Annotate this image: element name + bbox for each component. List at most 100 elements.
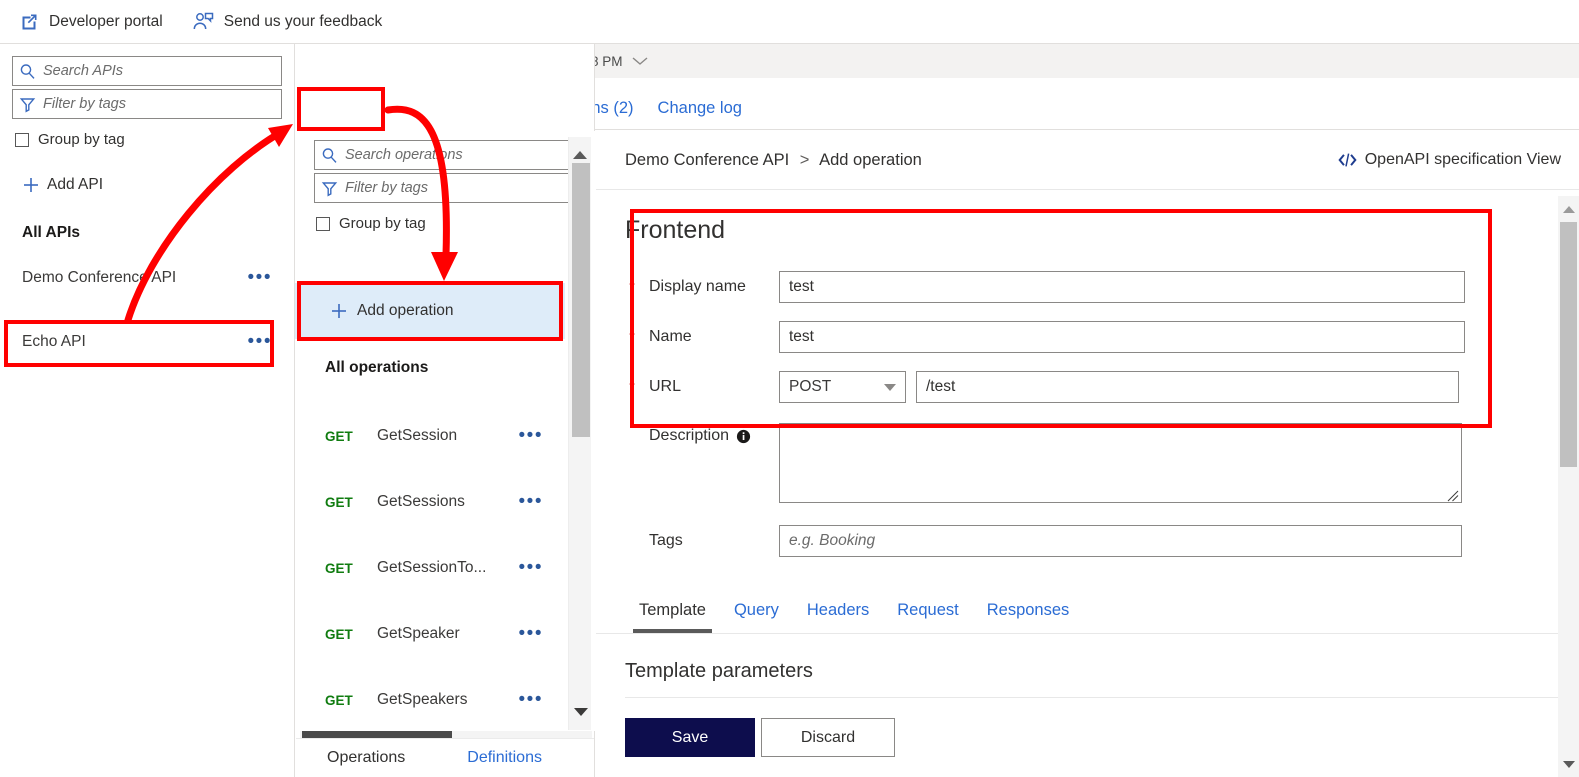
operations-list: GET GetSession ••• GET GetSessions ••• G… [295,403,565,733]
operation-sub-tabs: Template Query Headers Request Responses [596,601,1579,634]
scroll-up-button[interactable] [1558,196,1579,222]
name-row: * Name test [596,321,1579,353]
tab-change-log[interactable]: Change log [646,99,754,129]
display-name-row: * Display name test [596,271,1579,303]
operations-horizontal-scrollbar[interactable] [300,731,592,738]
plus-icon [22,176,40,194]
add-api-button[interactable]: Add API [22,176,294,194]
url-path-input[interactable]: /test [916,371,1459,403]
checkbox-box-icon [15,132,29,147]
sub-tab-responses[interactable]: Responses [973,601,1084,633]
filter-apis-placeholder: Filter by tags [43,96,126,112]
scroll-up-button[interactable] [569,137,591,159]
tags-input[interactable]: e.g. Booking [779,525,1462,557]
list-item[interactable]: GET GetSessions ••• [295,469,565,535]
triangle-up-icon [1562,205,1575,213]
search-operations-input[interactable]: Search operations [314,140,581,170]
description-label: Description [649,427,730,444]
scrollbar-thumb[interactable] [302,731,452,738]
send-feedback-label: Send us your feedback [223,12,383,30]
operation-name: GetSessionTo... [377,559,487,576]
triangle-down-icon [573,708,588,730]
list-item[interactable]: GET GetSessionTo... ••• [295,535,565,601]
frontend-section-title: Frontend [625,216,726,244]
operation-context-menu-button[interactable]: ••• [519,690,543,709]
scroll-down-button[interactable] [569,708,592,730]
send-feedback-button[interactable]: Send us your feedback [193,12,383,31]
description-textarea[interactable] [779,423,1462,503]
group-by-tag-operations-checkbox[interactable]: Group by tag [316,215,595,232]
api-list-item-demo-conference[interactable]: Demo Conference API ••• [0,256,294,300]
info-icon[interactable] [736,429,751,444]
sub-tab-headers[interactable]: Headers [793,601,883,633]
feedback-person-icon [193,12,214,31]
url-row: * URL POST /test [596,371,1579,403]
add-operation-button[interactable]: Add operation [295,283,565,339]
operation-name: GetSession [377,427,458,444]
api-context-menu-button[interactable]: ••• [248,332,272,351]
api-context-menu-button[interactable]: ••• [248,268,272,287]
display-name-label: Display name [649,278,746,295]
required-marker: * [629,278,635,296]
scrollbar-thumb[interactable] [1560,222,1577,467]
tab-definitions[interactable]: Definitions [467,749,542,767]
sub-tab-query[interactable]: Query [720,601,793,633]
name-input[interactable]: test [779,321,1465,353]
description-row: * Description [596,423,1579,503]
list-item[interactable]: GET GetSpeakers ••• [295,667,565,733]
chevron-down-icon[interactable] [631,56,649,66]
operation-context-menu-button[interactable]: ••• [519,492,543,511]
tab-operations[interactable]: Operations [327,749,405,767]
search-operations-placeholder: Search operations [345,147,463,163]
save-button[interactable]: Save [625,718,755,757]
chevron-down-icon [884,383,896,391]
scrollbar-thumb[interactable] [572,163,590,437]
main-vertical-scrollbar[interactable] [1558,196,1579,777]
display-name-input[interactable]: test [779,271,1465,303]
breadcrumb-api[interactable]: Demo Conference API [625,151,789,169]
checkbox-box-icon [316,216,330,231]
resize-grip-icon[interactable] [1447,489,1459,502]
openapi-view-label: OpenAPI specification View [1364,151,1561,168]
all-apis-heading: All APIs [22,224,80,241]
sub-tab-template[interactable]: Template [625,601,720,633]
discard-button[interactable]: Discard [761,718,895,757]
breadcrumb: Demo Conference API > Add operation [625,151,922,170]
openapi-specification-view-button[interactable]: OpenAPI specification View [1337,151,1561,169]
http-method-select[interactable]: POST [779,371,906,403]
operation-name: GetSessions [377,493,465,510]
api-name: Demo Conference API [22,269,177,286]
filter-apis-tags-input[interactable]: Filter by tags [12,89,282,119]
filter-funnel-icon [19,96,36,113]
triangle-up-icon [573,137,587,159]
filter-operations-tags-input[interactable]: Filter by tags [314,173,581,203]
add-api-label: Add API [47,176,104,193]
search-icon [19,63,36,80]
scroll-down-button[interactable] [1558,751,1579,777]
search-apis-input[interactable]: Search APIs [12,56,282,86]
operations-vertical-scrollbar[interactable] [568,137,591,730]
operation-context-menu-button[interactable]: ••• [519,558,543,577]
search-icon [321,147,338,164]
group-by-tag-apis-checkbox[interactable]: Group by tag [15,131,294,148]
operation-verb: GET [325,692,353,708]
api-list-item-echo[interactable]: Echo API ••• [0,320,294,364]
operations-bottom-tabs: Operations Definitions [296,738,594,777]
main-content: Demo Conference API > Add operation Open… [596,131,1579,777]
code-brackets-icon [1337,152,1358,168]
plus-icon [330,302,348,320]
form-actions: Save Discard [625,718,1579,757]
breadcrumb-separator: > [799,150,810,169]
triangle-down-icon [1562,760,1575,768]
operation-context-menu-button[interactable]: ••• [519,426,543,445]
operation-name: GetSpeaker [377,625,460,642]
sub-tab-request[interactable]: Request [883,601,972,633]
required-marker: * [629,328,635,346]
operation-context-menu-button[interactable]: ••• [519,624,543,643]
template-parameters-title: Template parameters [625,660,1579,698]
list-item[interactable]: GET GetSpeaker ••• [295,601,565,667]
developer-portal-button[interactable]: Developer portal [20,12,163,31]
operation-verb: GET [325,626,353,642]
list-item[interactable]: GET GetSession ••• [295,403,565,469]
group-by-tag-apis-label: Group by tag [38,131,125,148]
